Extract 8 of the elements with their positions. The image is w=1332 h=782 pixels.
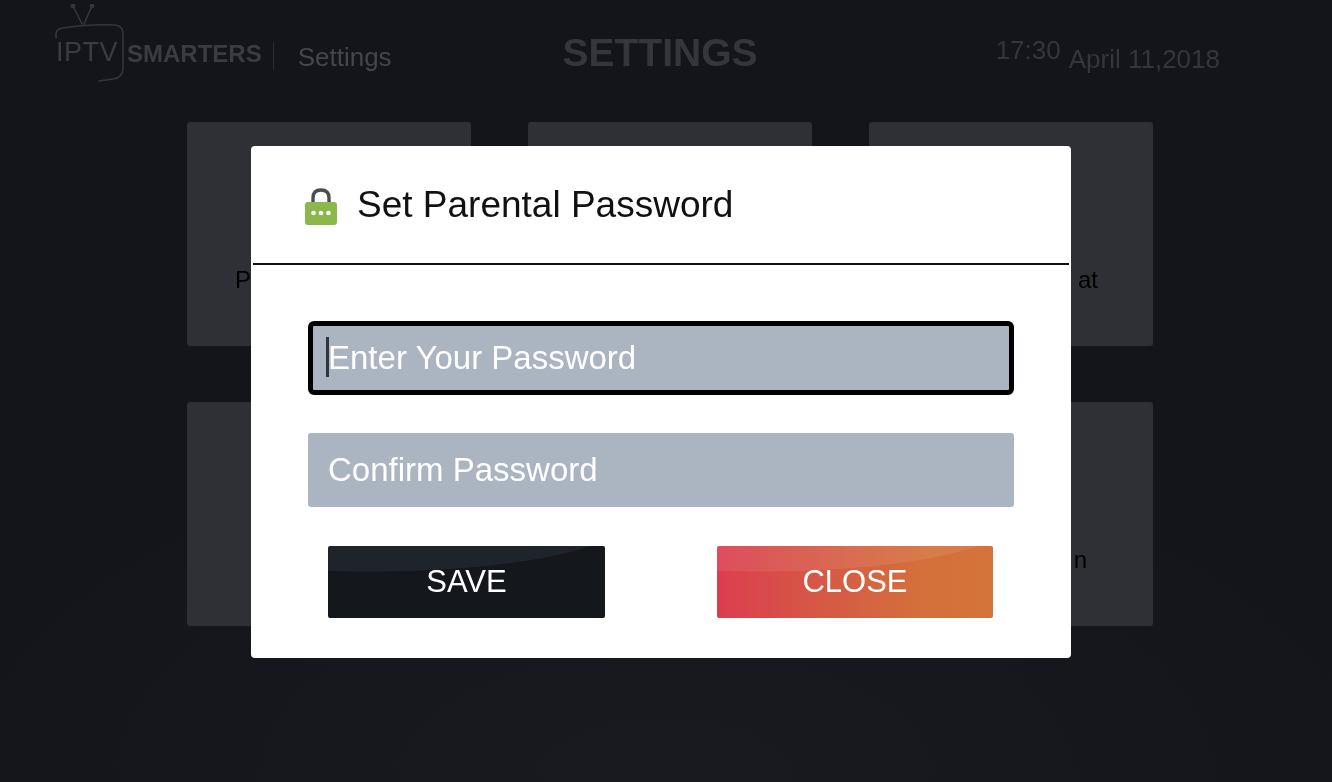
lock-icon xyxy=(305,186,337,225)
password-field[interactable]: Confirm Password xyxy=(308,433,1014,507)
tv-outline-icon xyxy=(53,4,125,82)
save-button[interactable]: SAVE xyxy=(328,546,605,618)
dialog-title: Set Parental Password xyxy=(357,183,734,226)
close-button[interactable]: CLOSE xyxy=(717,546,993,618)
password-field[interactable]: Enter Your Password xyxy=(308,321,1014,395)
text-cursor-icon xyxy=(326,337,329,377)
